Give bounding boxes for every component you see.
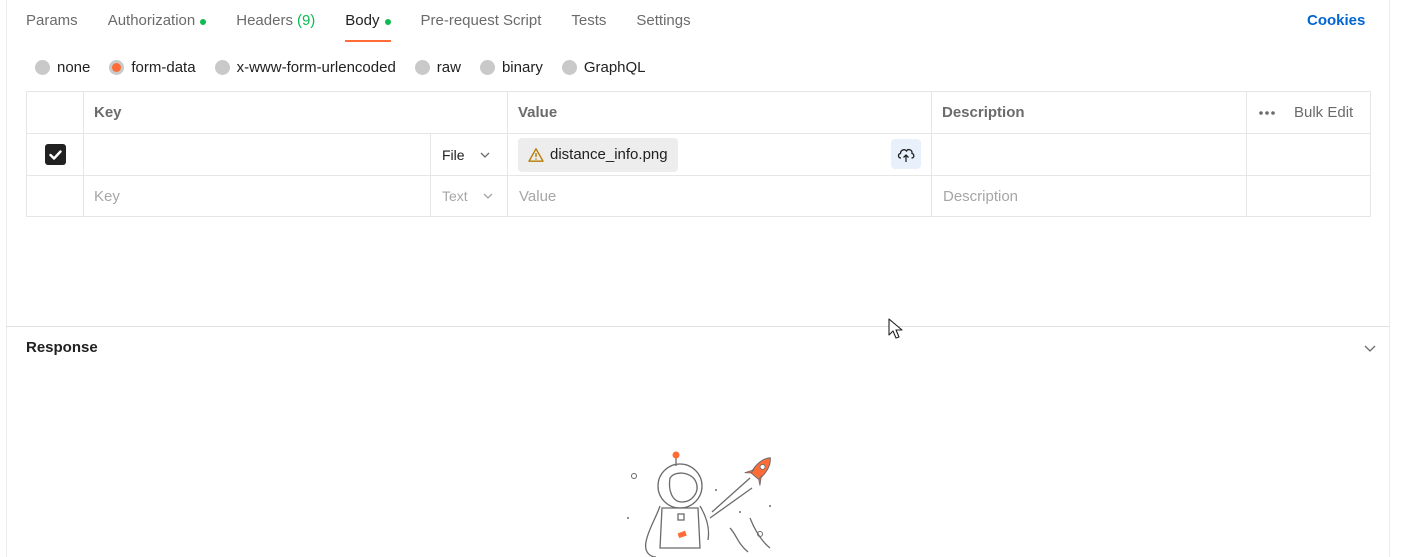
tab-headers[interactable]: Headers9 <box>236 0 315 42</box>
radio-graphql[interactable]: GraphQL <box>561 59 646 76</box>
response-title: Response <box>26 339 98 356</box>
value-input[interactable]: Value <box>508 188 556 205</box>
tab-settings[interactable]: Settings <box>636 0 690 42</box>
astronaut-rocket-illustration <box>627 451 771 557</box>
pane-resize-divider[interactable] <box>6 326 1390 327</box>
radio-circle <box>35 59 50 75</box>
radio-circle <box>214 59 230 75</box>
request-tabs: Params Authorization Headers9 Body Pre-r… <box>26 0 721 42</box>
table-row-new: Key Text Value Description <box>27 176 1370 217</box>
panel-right-border <box>1389 0 1390 557</box>
header-description-cell: Description <box>932 92 1247 133</box>
warning-icon <box>528 147 544 162</box>
description-input[interactable]: Description <box>932 188 1018 205</box>
cloud-upload-icon <box>897 148 915 162</box>
key-column-header: Key <box>94 104 122 121</box>
header-check-cell <box>27 92 84 133</box>
row-key-cell: File <box>84 134 508 175</box>
row-check-cell <box>27 176 84 216</box>
row-description-cell[interactable] <box>932 134 1247 175</box>
row-actions-cell <box>1247 176 1370 216</box>
tab-body[interactable]: Body <box>345 0 391 42</box>
check-icon <box>48 149 62 160</box>
more-horizontal-icon[interactable] <box>1258 104 1276 122</box>
key-type-select[interactable]: Text <box>430 176 507 216</box>
upload-file-button[interactable] <box>891 139 921 169</box>
table-header-row: Key Value Description Bulk Edit <box>27 92 1370 134</box>
radio-none[interactable]: none <box>35 59 90 76</box>
panel-left-border <box>6 0 7 557</box>
key-input[interactable]: Key <box>84 176 430 216</box>
file-chip[interactable]: distance_info.png <box>518 137 678 172</box>
radio-binary[interactable]: binary <box>479 59 543 76</box>
file-name: distance_info.png <box>550 146 668 163</box>
tab-pre-request-script[interactable]: Pre-request Script <box>421 0 542 42</box>
key-type-select[interactable]: File <box>430 134 507 175</box>
cookies-link[interactable]: Cookies <box>1307 12 1365 29</box>
radio-form-data[interactable]: form-data <box>109 59 196 76</box>
mouse-cursor-icon <box>888 318 903 339</box>
body-type-radio-group: none form-data x-www-form-urlencoded raw… <box>35 56 665 78</box>
header-actions-cell: Bulk Edit <box>1247 92 1370 133</box>
tab-params[interactable]: Params <box>26 0 78 42</box>
bulk-edit-button[interactable]: Bulk Edit <box>1294 104 1353 121</box>
radio-raw[interactable]: raw <box>414 59 461 76</box>
radio-circle-selected <box>109 59 125 75</box>
row-actions-cell <box>1247 134 1370 175</box>
row-key-cell: Key Text <box>84 176 508 216</box>
radio-circle <box>561 59 577 75</box>
row-check-cell <box>27 134 84 175</box>
radio-x-www-form-urlencoded[interactable]: x-www-form-urlencoded <box>214 59 396 76</box>
body-status-dot <box>384 19 391 25</box>
row-value-cell: distance_info.png <box>508 134 932 175</box>
value-column-header: Value <box>518 104 558 121</box>
row-enabled-checkbox[interactable] <box>44 144 66 165</box>
authorization-status-dot <box>200 19 207 25</box>
row-description-cell[interactable]: Description <box>932 176 1247 216</box>
header-value-cell: Value <box>508 92 932 133</box>
tab-tests[interactable]: Tests <box>571 0 606 42</box>
headers-count: 9 <box>297 12 315 29</box>
chevron-down-icon <box>480 152 490 158</box>
key-input[interactable] <box>84 134 430 175</box>
table-row: File distance_info.png <box>27 134 1370 176</box>
chevron-down-icon <box>483 193 493 199</box>
description-column-header: Description <box>942 104 1025 121</box>
radio-circle <box>479 59 495 75</box>
tab-authorization[interactable]: Authorization <box>108 0 207 42</box>
radio-circle <box>414 59 430 75</box>
form-data-table: Key Value Description Bulk Edit File dis… <box>26 91 1371 217</box>
chevron-down-icon[interactable] <box>1363 341 1377 355</box>
header-key-cell: Key <box>84 92 508 133</box>
row-value-cell[interactable]: Value <box>508 176 932 216</box>
